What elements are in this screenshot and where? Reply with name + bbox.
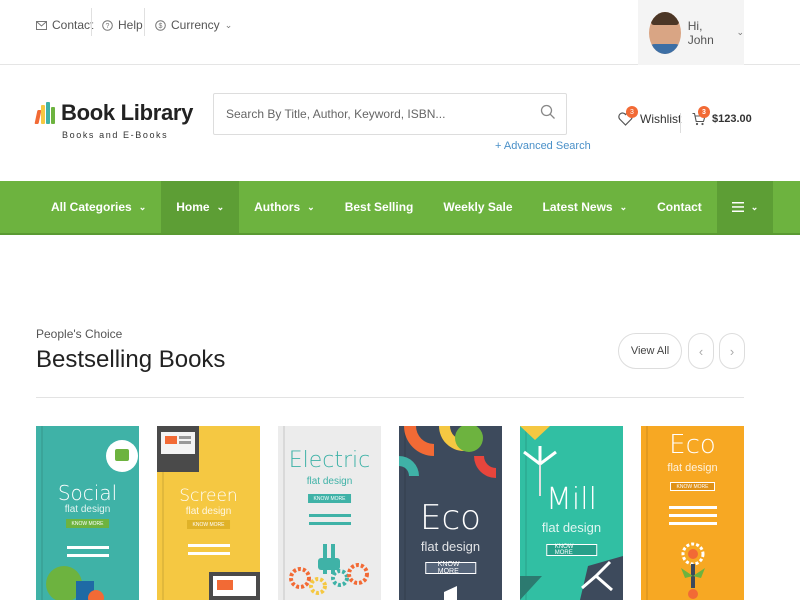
nav-item-all-categories[interactable]: All Categories ⌄	[36, 181, 161, 233]
carousel-prev-button[interactable]: ‹	[688, 333, 714, 369]
svg-text:?: ?	[105, 23, 109, 30]
nav-label: Home	[176, 200, 210, 214]
carousel-next-button[interactable]: ›	[719, 333, 745, 369]
user-menu[interactable]: Hi, John ⌄	[638, 0, 744, 65]
book-card[interactable]: Electric flat design KNOW MORE	[278, 426, 381, 600]
nav-more-menu[interactable]: ⌄	[716, 181, 774, 233]
chevron-down-icon: ⌄	[750, 201, 759, 212]
nav-item-home[interactable]: Home ⌄	[161, 181, 240, 233]
help-label: Help	[118, 18, 143, 32]
wishlist-link[interactable]: 3 Wishlist	[618, 106, 682, 126]
header-separator	[680, 113, 681, 133]
cart-link[interactable]: 3 $123.00	[692, 106, 752, 126]
user-greeting: Hi, John	[687, 18, 714, 47]
wishlist-badge: 3	[626, 106, 638, 118]
book-know-more: KNOW MORE	[424, 561, 477, 575]
search-input[interactable]	[214, 94, 524, 134]
nav-label: Authors	[254, 200, 301, 214]
help-icon: ?	[100, 18, 114, 32]
nav-label: Latest News	[542, 200, 613, 214]
cart-total: $123.00	[712, 113, 752, 125]
book-title: Eco	[420, 498, 481, 538]
book-subtitle: flat design	[185, 506, 232, 517]
currency-label: Currency	[171, 18, 220, 32]
chevron-down-icon: ⌄	[307, 201, 315, 212]
chevron-left-icon: ‹	[698, 343, 704, 359]
book-know-more: KNOW MORE	[669, 482, 716, 491]
book-subtitle: flat design	[541, 520, 602, 535]
section-divider	[36, 397, 744, 398]
chevron-right-icon: ›	[729, 343, 735, 359]
book-card[interactable]: Eco flat design KNOW MORE	[641, 426, 744, 600]
nav-item-best-selling[interactable]: Best Selling	[330, 181, 429, 233]
book-know-more: KNOW MORE	[186, 520, 231, 529]
main-nav: All Categories ⌄ Home ⌄ Authors ⌄ Best Sell…	[0, 181, 800, 235]
book-subtitle: flat design	[420, 539, 481, 554]
hamburger-icon	[731, 202, 744, 212]
book-subtitle: flat design	[667, 462, 718, 474]
view-all-button[interactable]: View All	[618, 333, 682, 369]
nav-label: Best Selling	[344, 200, 414, 214]
envelope-icon	[34, 18, 48, 32]
currency-dropdown[interactable]: $ Currency ⌄	[153, 15, 232, 35]
book-title: Electric	[288, 448, 371, 473]
book-know-more: KNOW MORE	[307, 494, 352, 503]
logo-subtitle: Books and E-Books	[62, 130, 169, 140]
svg-text:$: $	[158, 23, 162, 30]
search-button[interactable]	[536, 102, 560, 126]
wishlist-label: Wishlist	[640, 112, 682, 126]
top-bar: Contact ? Help $ Currency ⌄ Hi, John ⌄	[0, 0, 800, 65]
book-card[interactable]: Eco flat design KNOW MORE	[399, 426, 502, 600]
nav-item-authors[interactable]: Authors ⌄	[239, 181, 330, 233]
book-title: Social	[57, 481, 118, 505]
nav-item-latest-news[interactable]: Latest News ⌄	[528, 181, 643, 233]
chevron-down-icon: ⌄	[138, 201, 147, 212]
advanced-search-link[interactable]: + Advanced Search	[495, 140, 591, 152]
nav-item-weekly-sale[interactable]: Weekly Sale	[428, 181, 527, 233]
nav-item-contact[interactable]: Contact	[642, 181, 717, 233]
book-subtitle: flat design	[64, 504, 111, 515]
cart-badge: 3	[698, 106, 710, 118]
nav-label: All Categories	[51, 200, 132, 214]
chevron-down-icon: ⌄	[224, 19, 233, 30]
logo[interactable]: Book Library Books and E-Books	[34, 100, 194, 140]
book-card[interactable]: Mill flat design KNOW MORE	[520, 426, 623, 600]
book-card[interactable]: Social flat design KNOW MORE	[36, 426, 139, 600]
chevron-down-icon: ⌄	[216, 201, 225, 212]
chevron-down-icon: ⌄	[736, 27, 744, 37]
book-card[interactable]: Screen flat design KNOW MORE	[157, 426, 260, 600]
contact-label: Contact	[52, 18, 94, 32]
nav-label: Weekly Sale	[443, 200, 513, 214]
section-eyebrow: People's Choice	[36, 327, 123, 341]
logo-icon	[34, 102, 58, 124]
book-know-more: KNOW MORE	[545, 544, 598, 556]
help-link[interactable]: ? Help	[100, 15, 143, 35]
book-know-more: KNOW MORE	[65, 519, 110, 528]
search-box	[213, 93, 567, 135]
book-title: Mill	[546, 482, 597, 517]
top-separator	[144, 8, 145, 36]
logo-title: Book Library	[61, 100, 194, 125]
search-icon	[540, 104, 556, 125]
chevron-down-icon: ⌄	[619, 201, 628, 212]
book-title: Eco	[669, 430, 716, 460]
nav-label: Contact	[657, 200, 702, 214]
currency-icon: $	[153, 18, 167, 32]
book-subtitle: flat design	[306, 476, 353, 487]
top-separator	[91, 8, 92, 36]
book-title: Screen	[179, 486, 238, 506]
avatar	[649, 11, 681, 54]
section-title: Bestselling Books	[36, 346, 226, 373]
contact-link[interactable]: Contact	[34, 15, 93, 35]
